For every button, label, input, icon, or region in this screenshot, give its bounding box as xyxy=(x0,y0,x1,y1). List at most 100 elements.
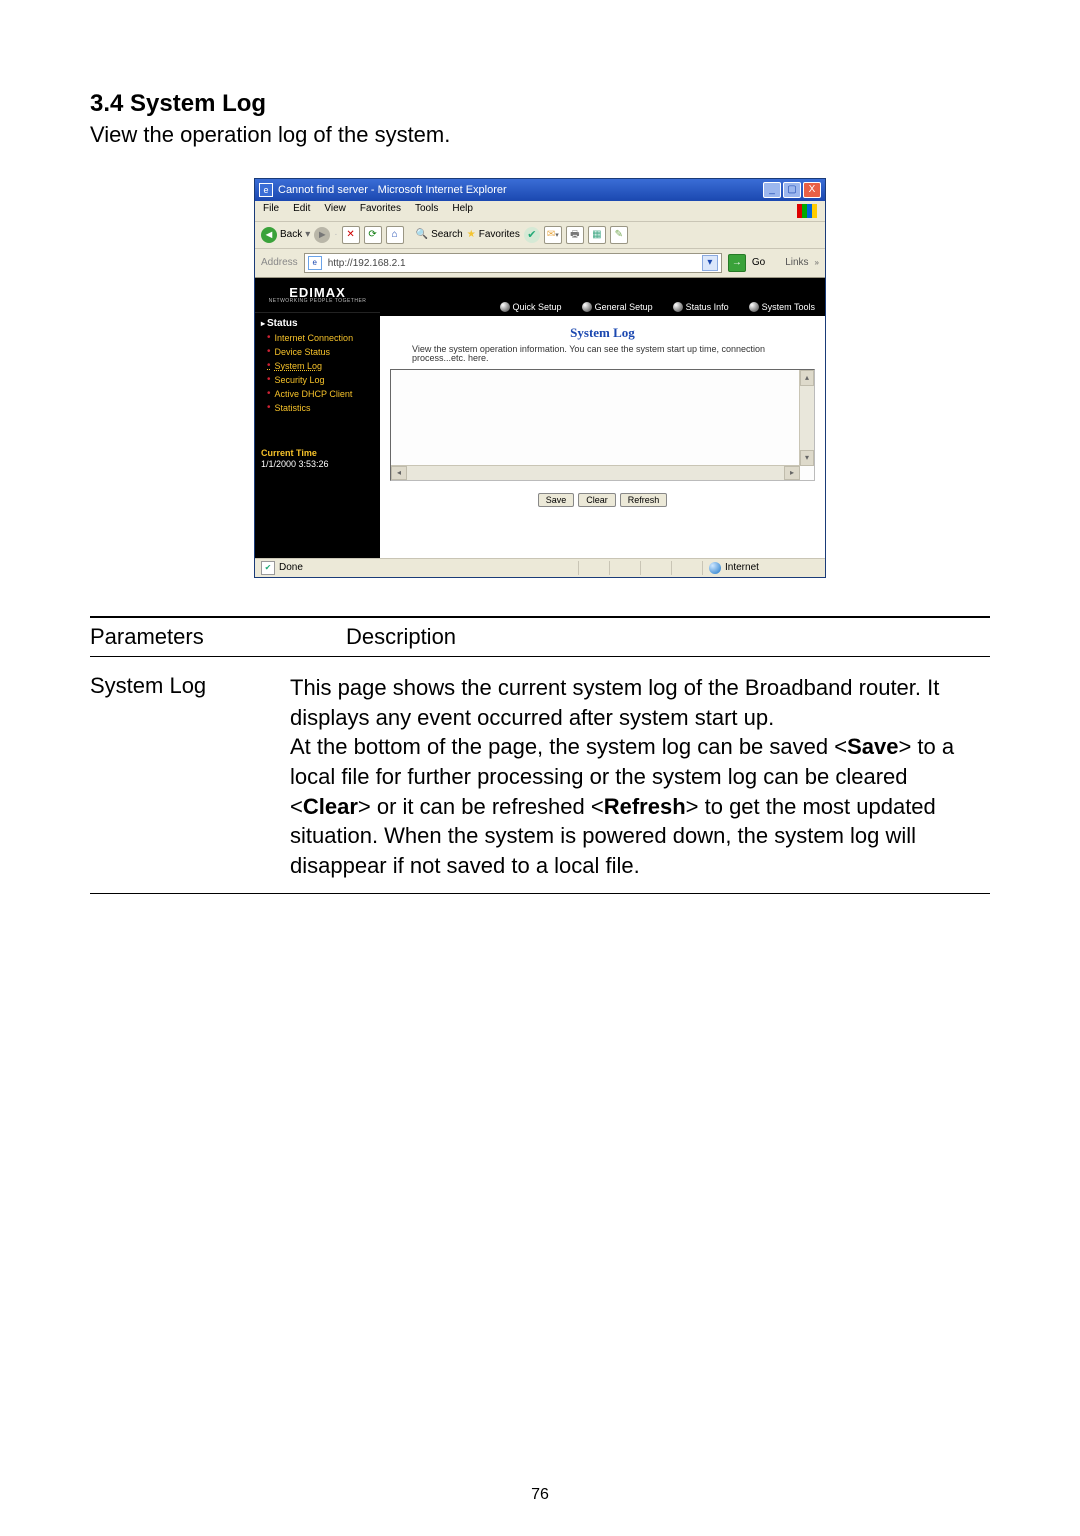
minimize-button[interactable]: _ xyxy=(763,182,781,198)
done-icon: ✔ xyxy=(261,561,275,575)
favorites-label: Favorites xyxy=(479,230,520,240)
forward-button[interactable]: ► xyxy=(314,227,330,243)
content-panel: System Log View the system operation inf… xyxy=(380,316,825,558)
status-done: ✔ Done xyxy=(255,559,578,577)
menu-favorites[interactable]: Favorites xyxy=(360,204,401,218)
favorites-button[interactable]: ★Favorites xyxy=(467,230,520,240)
navigation-toolbar: ◄Back▾ ► · ✕ ⟳ ⌂ 🔍Search ★Favorites ✔ ✉▾… xyxy=(255,222,825,249)
col-description: Description xyxy=(346,624,456,650)
home-button[interactable]: ⌂ xyxy=(386,226,404,244)
refresh-log-button[interactable]: Refresh xyxy=(620,493,668,507)
back-arrow-icon: ◄ xyxy=(261,227,277,243)
main-panel: Quick Setup General Setup Status Info Sy… xyxy=(380,278,825,558)
banner-label: General Setup xyxy=(595,303,653,312)
page-content: EDIMAX NETWORKING PEOPLE TOGETHER Status… xyxy=(255,278,825,558)
scroll-down-icon[interactable]: ▾ xyxy=(800,450,814,466)
screenshot-figure: e Cannot find server - Microsoft Interne… xyxy=(90,178,990,578)
menu-tools[interactable]: Tools xyxy=(415,204,438,218)
links-chevron-icon[interactable]: » xyxy=(815,259,819,267)
internet-zone-icon xyxy=(709,562,721,574)
sidebar-item-device-status[interactable]: Device Status xyxy=(267,345,380,359)
horizontal-scrollbar[interactable]: ◂ ▸ xyxy=(391,465,800,480)
go-label: Go xyxy=(752,258,765,268)
banner-label: System Tools xyxy=(762,303,815,312)
globe-icon xyxy=(500,302,510,312)
current-time-value: 1/1/2000 3:53:26 xyxy=(255,460,380,477)
url-input[interactable] xyxy=(326,257,698,270)
scroll-right-icon[interactable]: ▸ xyxy=(784,466,800,480)
address-dropdown[interactable]: ▾ xyxy=(702,255,718,271)
banner-general-setup[interactable]: General Setup xyxy=(582,302,653,312)
close-button[interactable]: X xyxy=(803,182,821,198)
save-button[interactable]: Save xyxy=(538,493,575,507)
menu-bar: File Edit View Favorites Tools Help xyxy=(255,201,825,222)
status-zone-label: Internet xyxy=(725,563,759,573)
back-label: Back xyxy=(280,230,302,240)
scroll-up-icon[interactable]: ▴ xyxy=(800,370,814,386)
back-button[interactable]: ◄Back▾ xyxy=(261,227,310,243)
table-rule-bottom xyxy=(90,893,990,894)
parameter-table: Parameters Description System Log This p… xyxy=(90,616,990,894)
sidebar-item-statistics[interactable]: Statistics xyxy=(267,401,380,415)
address-box: e ▾ xyxy=(304,253,722,273)
page-icon: e xyxy=(308,256,322,270)
desc-bold-save: Save xyxy=(847,734,898,759)
search-label: Search xyxy=(431,230,463,240)
banner-quick-setup[interactable]: Quick Setup xyxy=(500,302,562,312)
sidebar-item-security-log[interactable]: Security Log xyxy=(267,373,380,387)
vertical-scrollbar[interactable]: ▴ ▾ xyxy=(799,370,814,466)
banner-system-tools[interactable]: System Tools xyxy=(749,302,815,312)
desc-fragment: At the bottom of the page, the system lo… xyxy=(290,734,847,759)
param-description: This page shows the current system log o… xyxy=(290,673,990,881)
section-intro: View the operation log of the system. xyxy=(90,122,990,148)
star-icon: ★ xyxy=(467,230,476,240)
mail-button[interactable]: ✉▾ xyxy=(544,226,562,244)
menu-file[interactable]: File xyxy=(263,204,279,218)
banner-label: Quick Setup xyxy=(513,303,562,312)
ie-window: e Cannot find server - Microsoft Interne… xyxy=(254,178,826,578)
refresh-button[interactable]: ⟳ xyxy=(364,226,382,244)
maximize-button[interactable]: ▢ xyxy=(783,182,801,198)
section-heading: 3.4 System Log xyxy=(90,90,990,118)
sidebar-nav: Internet Connection Device Status System… xyxy=(255,331,380,419)
param-name: System Log xyxy=(90,673,290,881)
panel-description: View the system operation information. Y… xyxy=(388,343,817,367)
window-titlebar: e Cannot find server - Microsoft Interne… xyxy=(255,179,825,201)
brand-logo: EDIMAX NETWORKING PEOPLE TOGETHER xyxy=(255,278,380,313)
sidebar-section-status[interactable]: Status xyxy=(255,313,380,331)
top-banner: Quick Setup General Setup Status Info Sy… xyxy=(380,278,825,316)
edit-button[interactable]: ▦ xyxy=(588,226,606,244)
menu-view[interactable]: View xyxy=(324,204,346,218)
go-button[interactable]: → xyxy=(728,254,746,272)
print-button[interactable]: 🖶 xyxy=(566,226,584,244)
desc-bold-refresh: Refresh xyxy=(604,794,686,819)
page-number: 76 xyxy=(0,1486,1080,1504)
menu-help[interactable]: Help xyxy=(452,204,473,218)
status-zone: Internet xyxy=(703,560,825,576)
menu-edit[interactable]: Edit xyxy=(293,204,310,218)
history-button[interactable]: ✔ xyxy=(524,227,540,243)
search-icon: 🔍 xyxy=(416,230,428,240)
discuss-button[interactable]: ✎ xyxy=(610,226,628,244)
banner-status-info[interactable]: Status Info xyxy=(673,302,729,312)
status-done-label: Done xyxy=(279,563,303,573)
scroll-left-icon[interactable]: ◂ xyxy=(391,466,407,480)
banner-label: Status Info xyxy=(686,303,729,312)
links-label[interactable]: Links xyxy=(785,258,808,268)
col-parameters: Parameters xyxy=(90,624,346,650)
sidebar-item-system-log[interactable]: System Log xyxy=(267,359,380,373)
address-bar: Address e ▾ → Go Links » xyxy=(255,249,825,278)
button-row: Save Clear Refresh xyxy=(388,481,817,527)
window-title: Cannot find server - Microsoft Internet … xyxy=(278,185,763,196)
sidebar-item-internet-connection[interactable]: Internet Connection xyxy=(267,331,380,345)
sidebar-item-active-dhcp-client[interactable]: Active DHCP Client xyxy=(267,387,380,401)
search-button[interactable]: 🔍Search xyxy=(416,230,463,240)
log-viewer: ▴ ▾ ◂ ▸ xyxy=(390,369,815,481)
ie-app-icon: e xyxy=(259,183,273,197)
address-label: Address xyxy=(261,258,298,268)
windows-flag-icon xyxy=(797,204,817,218)
stop-button[interactable]: ✕ xyxy=(342,226,360,244)
clear-button[interactable]: Clear xyxy=(578,493,616,507)
chevron-down-icon: ▾ xyxy=(305,230,310,240)
sidebar: EDIMAX NETWORKING PEOPLE TOGETHER Status… xyxy=(255,278,380,558)
